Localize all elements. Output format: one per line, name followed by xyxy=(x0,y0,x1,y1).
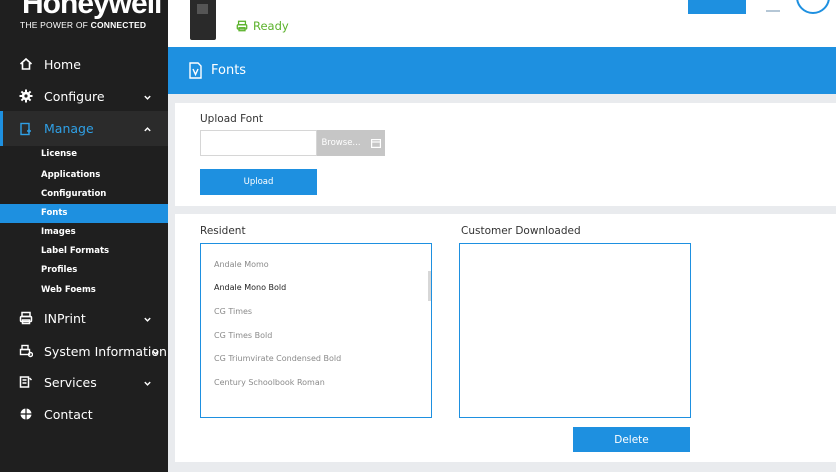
customer-downloaded-fonts-list[interactable] xyxy=(459,243,691,418)
sidebar-sub-configuration[interactable]: Configuration xyxy=(0,185,168,204)
list-item[interactable]: Century Schoolbook Roman xyxy=(214,378,325,387)
chevron-down-icon xyxy=(151,345,160,360)
resident-fonts-list[interactable]: Andale Momo Andale Mono Bold CG Times CG… xyxy=(200,243,432,418)
sidebar-sub-profiles[interactable]: Profiles xyxy=(0,261,168,280)
sidebar-sub-license[interactable]: License xyxy=(0,145,168,164)
sidebar-item-label: Home xyxy=(44,56,81,72)
sidebar-sub-images[interactable]: Images xyxy=(0,223,168,242)
browse-label: Browse... xyxy=(321,138,361,148)
upload-font-label: Upload Font xyxy=(200,113,263,125)
sidebar-item-inprint[interactable]: INPrint xyxy=(0,303,168,333)
logo-tagline: THE POWER OF CONNECTED xyxy=(20,20,146,30)
sidebar-sub-fonts[interactable]: Fonts xyxy=(0,204,168,223)
chevron-down-icon xyxy=(143,376,152,391)
printer-image xyxy=(190,0,216,40)
sidebar-item-label: Contact xyxy=(44,406,93,422)
fonts-list-card: Resident Customer Downloaded Andale Momo… xyxy=(175,214,836,462)
printer-status: Ready xyxy=(236,19,289,33)
top-header: Ready xyxy=(168,0,836,47)
header-action-button[interactable] xyxy=(688,0,746,14)
sidebar-item-label: System Information xyxy=(44,343,167,359)
home-icon xyxy=(18,56,34,72)
logo-wordmark: Honeywell xyxy=(22,0,162,20)
tagline-prefix: THE POWER OF xyxy=(20,20,91,30)
printer-info-icon xyxy=(18,343,34,359)
list-item[interactable]: CG Times xyxy=(214,307,252,316)
services-icon xyxy=(18,374,34,390)
sidebar-item-services[interactable]: Services xyxy=(0,367,168,397)
font-file-field[interactable] xyxy=(200,130,317,156)
globe-icon xyxy=(18,406,34,422)
resident-label: Resident xyxy=(200,225,246,237)
list-item[interactable]: CG Triumvirate Condensed Bold xyxy=(214,354,341,363)
page-header: Fonts xyxy=(168,47,836,94)
upload-button[interactable]: Upload xyxy=(200,169,317,195)
status-text: Ready xyxy=(253,19,289,33)
honeywell-logo[interactable]: Honeywell THE POWER OF CONNECTED xyxy=(0,0,168,44)
chevron-down-icon xyxy=(143,312,152,327)
sidebar-item-label: Configure xyxy=(44,88,105,104)
sidebar-item-label: Services xyxy=(44,374,97,390)
scrollbar-thumb[interactable] xyxy=(428,271,431,301)
sidebar: Honeywell THE POWER OF CONNECTED Home Co… xyxy=(0,0,168,472)
sidebar-item-system-information[interactable]: System Information xyxy=(0,336,168,366)
printer-icon xyxy=(18,310,34,326)
gear-icon xyxy=(18,88,34,104)
sidebar-sub-web-forms[interactable]: Web Foems xyxy=(0,281,168,300)
calendar-icon xyxy=(370,138,381,148)
printer-status-icon xyxy=(236,20,248,32)
customer-downloaded-label: Customer Downloaded xyxy=(461,225,581,237)
list-item-selected[interactable]: Andale Mono Bold xyxy=(214,283,286,292)
sidebar-item-configure[interactable]: Configure xyxy=(0,81,168,111)
delete-button[interactable]: Delete xyxy=(573,427,690,452)
header-menu-icon[interactable] xyxy=(766,0,780,12)
browse-button[interactable]: Browse... xyxy=(317,130,385,156)
tagline-bold: CONNECTED xyxy=(90,20,147,30)
page-title: Fonts xyxy=(211,63,247,78)
document-icon xyxy=(18,121,34,137)
sidebar-item-home[interactable]: Home xyxy=(0,49,168,79)
user-avatar-icon[interactable] xyxy=(796,0,830,14)
sidebar-sub-label-formats[interactable]: Label Formats xyxy=(0,242,168,261)
chevron-up-icon xyxy=(143,122,152,137)
list-item[interactable]: CG Times Bold xyxy=(214,331,272,340)
sidebar-item-contact[interactable]: Contact xyxy=(0,399,168,429)
upload-font-card: Upload Font Browse... Upload xyxy=(175,103,836,206)
fonts-page-icon xyxy=(188,62,203,79)
sidebar-item-manage[interactable]: Manage xyxy=(0,111,168,146)
chevron-down-icon xyxy=(143,90,152,105)
sidebar-sub-applications[interactable]: Applications xyxy=(0,166,168,185)
sidebar-item-label: Manage xyxy=(44,121,94,136)
sidebar-item-label: INPrint xyxy=(44,310,86,326)
list-item[interactable]: Andale Momo xyxy=(214,260,269,269)
